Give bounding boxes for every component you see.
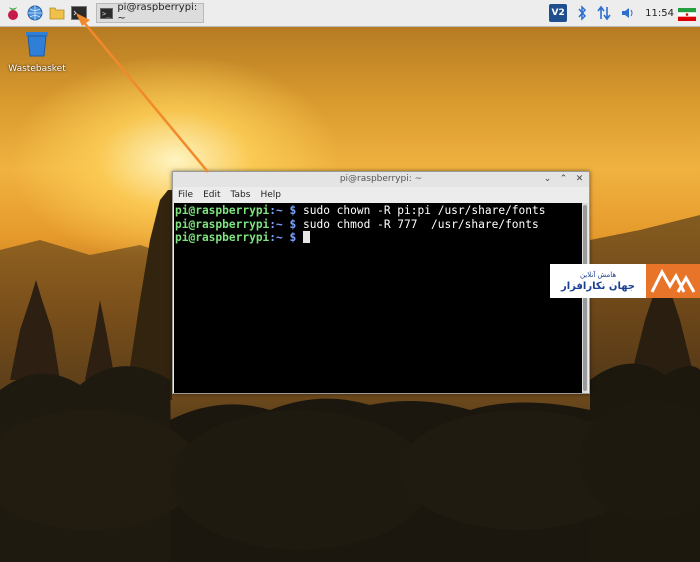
clock[interactable]: 11:54 xyxy=(645,8,674,19)
menu-tabs[interactable]: Tabs xyxy=(231,190,251,200)
task-label: pi@raspberrypi: ~ xyxy=(117,2,198,24)
watermark-logo: هامش آنلاین جهان نكارافزار xyxy=(550,264,700,298)
system-tray: V2 11:54 xyxy=(539,3,674,23)
prompt-user: pi@raspberrypi xyxy=(175,204,270,217)
menu-help[interactable]: Help xyxy=(260,190,281,200)
file-manager-icon[interactable] xyxy=(48,4,66,22)
terminal-line: pi@raspberrypi:~ $ xyxy=(175,231,583,245)
text-cursor xyxy=(303,231,310,243)
terminal-window[interactable]: pi@raspberrypi: ~ ⌄ ⌃ ✕ File Edit Tabs H… xyxy=(172,171,590,394)
watermark-line1: هامش آنلاین xyxy=(579,271,617,279)
watermark-text: هامش آنلاین جهان نكارافزار xyxy=(550,264,646,298)
terminal-line: pi@raspberrypi:~ $ sudo chmod -R 777 /us… xyxy=(175,218,583,232)
prompt-path: :~ xyxy=(269,204,283,217)
bluetooth-icon[interactable] xyxy=(577,5,587,21)
wastebasket-desktop-icon[interactable]: Wastebasket xyxy=(8,30,66,74)
menu-file[interactable]: File xyxy=(178,190,193,200)
menu-edit[interactable]: Edit xyxy=(203,190,220,200)
close-icon[interactable]: ✕ xyxy=(574,174,585,185)
window-title: pi@raspberrypi: ~ xyxy=(339,174,423,184)
terminal-line: pi@raspberrypi:~ $ sudo chown -R pi:pi /… xyxy=(175,204,583,218)
prompt-user: pi@raspberrypi xyxy=(175,217,270,231)
wastebasket-label: Wastebasket xyxy=(8,64,66,74)
prompt-symbol: $ xyxy=(282,231,303,244)
web-browser-icon[interactable] xyxy=(26,4,44,22)
taskbar-terminal-task[interactable]: >_ pi@raspberrypi: ~ xyxy=(96,2,204,24)
terminal-icon[interactable] xyxy=(70,4,88,22)
terminal-scrollbar[interactable] xyxy=(582,203,588,393)
terminal-output[interactable]: pi@raspberrypi:~ $ sudo chown -R pi:pi /… xyxy=(174,203,583,393)
raspberry-menu-icon[interactable] xyxy=(4,4,22,22)
command-text: sudo chown -R pi:pi /usr/share/fonts xyxy=(303,204,546,217)
watermark-mark-icon xyxy=(646,264,700,298)
prompt-path: :~ xyxy=(269,217,283,231)
volume-icon[interactable] xyxy=(621,6,635,20)
prompt-symbol: $ xyxy=(282,204,303,217)
keyboard-layout-flag-icon[interactable] xyxy=(678,6,696,21)
prompt-symbol: $ xyxy=(282,217,303,231)
minimize-icon[interactable]: ⌄ xyxy=(542,174,553,185)
terminal-menubar: File Edit Tabs Help xyxy=(173,187,589,203)
prompt-path: :~ xyxy=(269,231,283,244)
maximize-icon[interactable]: ⌃ xyxy=(558,174,569,185)
command-text: sudo chmod -R 777 /usr/share/fonts xyxy=(303,217,539,231)
terminal-titlebar[interactable]: pi@raspberrypi: ~ ⌄ ⌃ ✕ xyxy=(173,172,589,187)
task-terminal-icon: >_ xyxy=(100,7,114,19)
vnc-tray-item[interactable]: V2 xyxy=(549,4,568,22)
scrollbar-thumb[interactable] xyxy=(583,205,587,391)
network-arrows-icon[interactable] xyxy=(597,5,611,21)
prompt-user: pi@raspberrypi xyxy=(175,231,270,244)
trash-icon xyxy=(26,32,48,57)
taskbar: >_ pi@raspberrypi: ~ V2 11:54 xyxy=(0,0,700,27)
window-controls: ⌄ ⌃ ✕ xyxy=(537,172,585,187)
watermark-line2: جهان نكارافزار xyxy=(560,281,636,292)
vnc-icon: V2 xyxy=(549,4,568,22)
